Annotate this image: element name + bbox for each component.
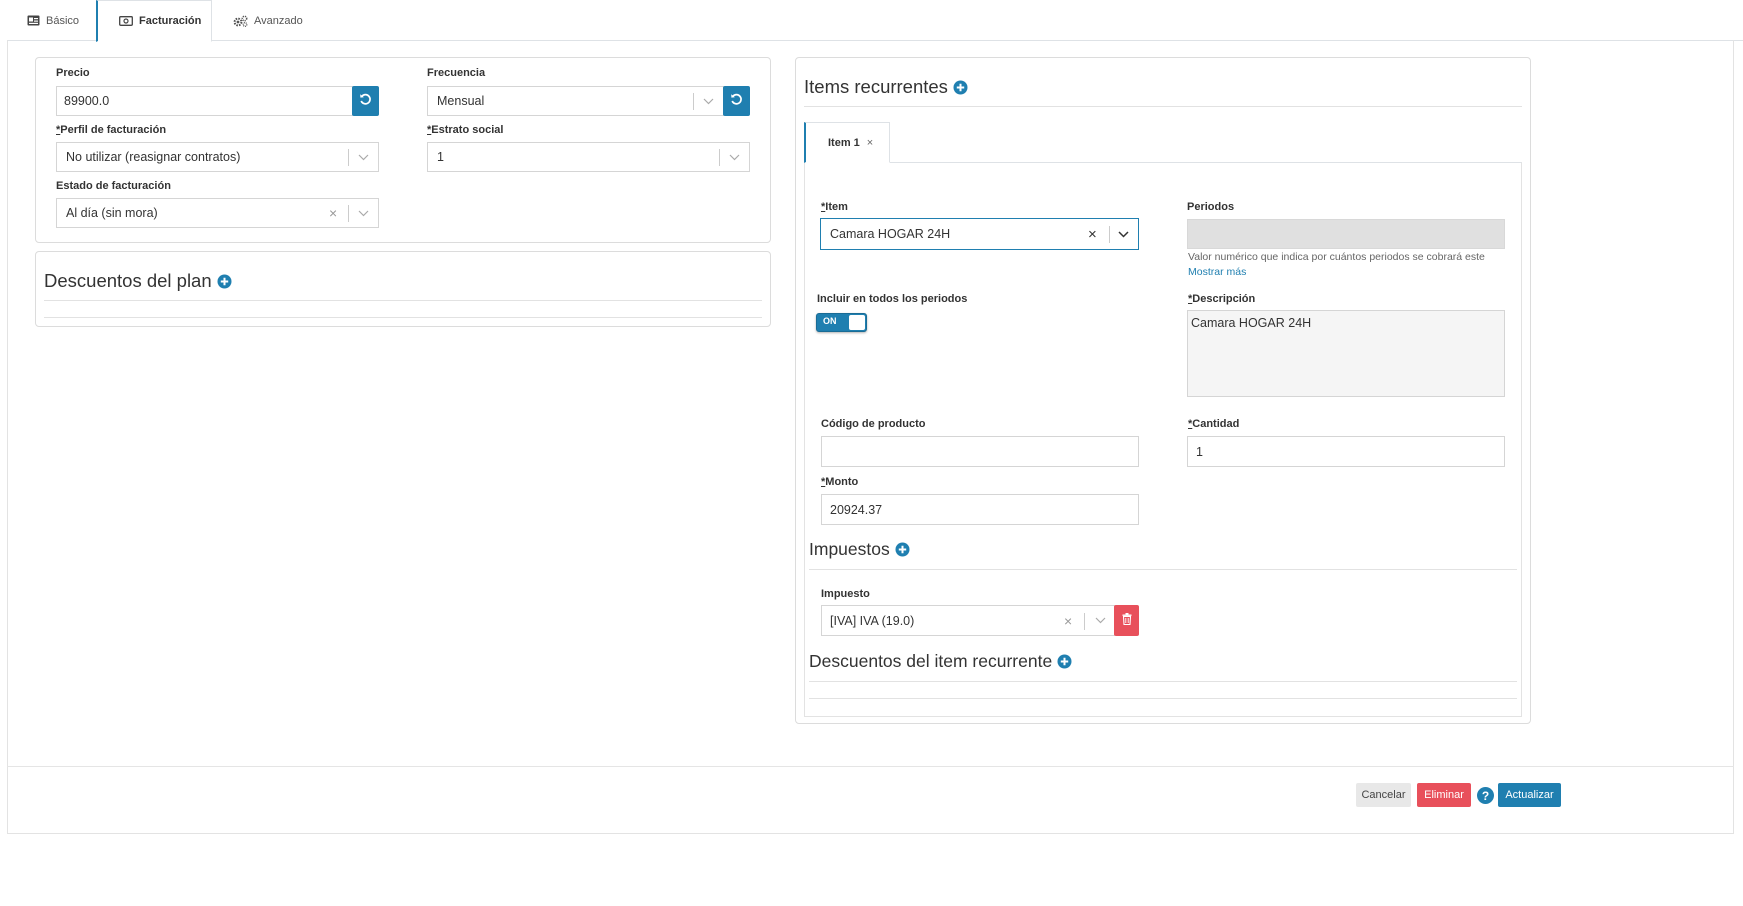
delete-button[interactable]: Eliminar xyxy=(1417,783,1471,807)
divider xyxy=(809,569,1517,570)
taxes-title: Impuestos xyxy=(809,539,910,560)
quantity-label: *Cantidad xyxy=(1188,418,1240,430)
reset-price-button[interactable] xyxy=(352,86,379,116)
add-item-discount-icon[interactable] xyxy=(1057,654,1072,669)
product-code-label: Código de producto xyxy=(821,418,926,430)
clear-icon[interactable]: × xyxy=(1088,219,1097,249)
delete-tax-button[interactable] xyxy=(1114,605,1139,636)
social-stratum-select[interactable]: 1 xyxy=(427,142,750,172)
undo-icon xyxy=(359,93,372,109)
description-label: *Descripción xyxy=(1188,293,1256,305)
cancel-button[interactable]: Cancelar xyxy=(1356,783,1411,807)
frequency-label: Frecuencia xyxy=(427,67,486,79)
include-all-toggle[interactable]: ON xyxy=(816,313,867,332)
money-bill-icon xyxy=(119,16,133,26)
tab-basico[interactable]: Básico xyxy=(27,0,79,41)
plan-discounts-title: Descuentos del plan xyxy=(44,270,232,292)
periods-input[interactable] xyxy=(1187,219,1505,249)
chevron-down-icon[interactable] xyxy=(729,143,740,171)
add-plan-discount-icon[interactable] xyxy=(217,274,232,289)
tab-item-1[interactable]: Item 1 × xyxy=(804,122,890,163)
recurring-items-title: Items recurrentes xyxy=(804,76,968,98)
clear-icon[interactable]: × xyxy=(1064,606,1072,635)
footer-divider xyxy=(7,766,1734,767)
tab-label: Avanzado xyxy=(254,14,303,27)
price-input[interactable]: 89900.0 xyxy=(56,86,353,116)
billing-status-label: Estado de facturación xyxy=(56,180,171,192)
item-discounts-title: Descuentos del item recurrente xyxy=(809,651,1072,672)
tax-select[interactable]: [IVA] IVA (19.0) × xyxy=(821,605,1115,636)
frequency-select[interactable]: Mensual xyxy=(427,86,724,116)
show-more-link[interactable]: Mostrar más xyxy=(1188,266,1246,278)
price-label: Precio xyxy=(56,67,90,79)
close-icon[interactable]: × xyxy=(867,137,873,149)
tab-label: Básico xyxy=(46,14,80,27)
divider xyxy=(44,300,762,301)
periods-hint: Valor numérico que indica por cuántos pe… xyxy=(1188,251,1485,263)
billing-status-select[interactable]: Al día (sin mora) × xyxy=(56,198,379,228)
divider xyxy=(809,698,1517,699)
chevron-down-icon[interactable] xyxy=(358,199,369,227)
description-textarea[interactable]: Camara HOGAR 24H xyxy=(1187,310,1505,397)
add-tax-icon[interactable] xyxy=(895,542,910,557)
update-button[interactable]: Actualizar xyxy=(1498,783,1561,807)
chevron-down-icon[interactable] xyxy=(1118,219,1129,249)
periods-label: Periodos xyxy=(1187,201,1235,213)
clear-icon[interactable]: × xyxy=(329,199,337,227)
product-code-input[interactable] xyxy=(821,436,1139,467)
include-all-label: Incluir en todos los periodos xyxy=(817,293,968,305)
billing-profile-select[interactable]: No utilizar (reasignar contratos) xyxy=(56,142,379,172)
trash-icon xyxy=(1122,613,1132,628)
id-card-icon xyxy=(27,15,40,26)
tab-label: Facturación xyxy=(139,15,202,27)
item-label: *Item xyxy=(821,201,848,213)
divider xyxy=(44,317,762,318)
undo-icon xyxy=(730,93,743,109)
amount-input[interactable]: 20924.37 xyxy=(821,494,1139,525)
chevron-down-icon[interactable] xyxy=(358,143,369,171)
tax-label: Impuesto xyxy=(821,588,870,600)
divider xyxy=(804,106,1522,107)
help-icon[interactable]: ? xyxy=(1477,787,1494,804)
amount-label: *Monto xyxy=(821,476,859,488)
social-stratum-label: *Estrato social xyxy=(427,124,504,136)
quantity-input[interactable]: 1 xyxy=(1187,436,1505,467)
reset-frequency-button[interactable] xyxy=(723,86,750,116)
item-select[interactable]: Camara HOGAR 24H × xyxy=(820,218,1139,250)
gears-icon xyxy=(233,15,248,27)
billing-profile-label: *Perfil de facturación xyxy=(56,124,167,136)
tab-facturacion[interactable]: Facturación xyxy=(96,0,212,42)
chevron-down-icon[interactable] xyxy=(703,87,714,115)
chevron-down-icon[interactable] xyxy=(1095,606,1106,635)
divider xyxy=(809,681,1517,682)
add-recurring-item-icon[interactable] xyxy=(953,80,968,95)
tab-avanzado[interactable]: Avanzado xyxy=(233,0,303,41)
tab-bar: Básico Facturación Avanzado xyxy=(7,0,1743,42)
